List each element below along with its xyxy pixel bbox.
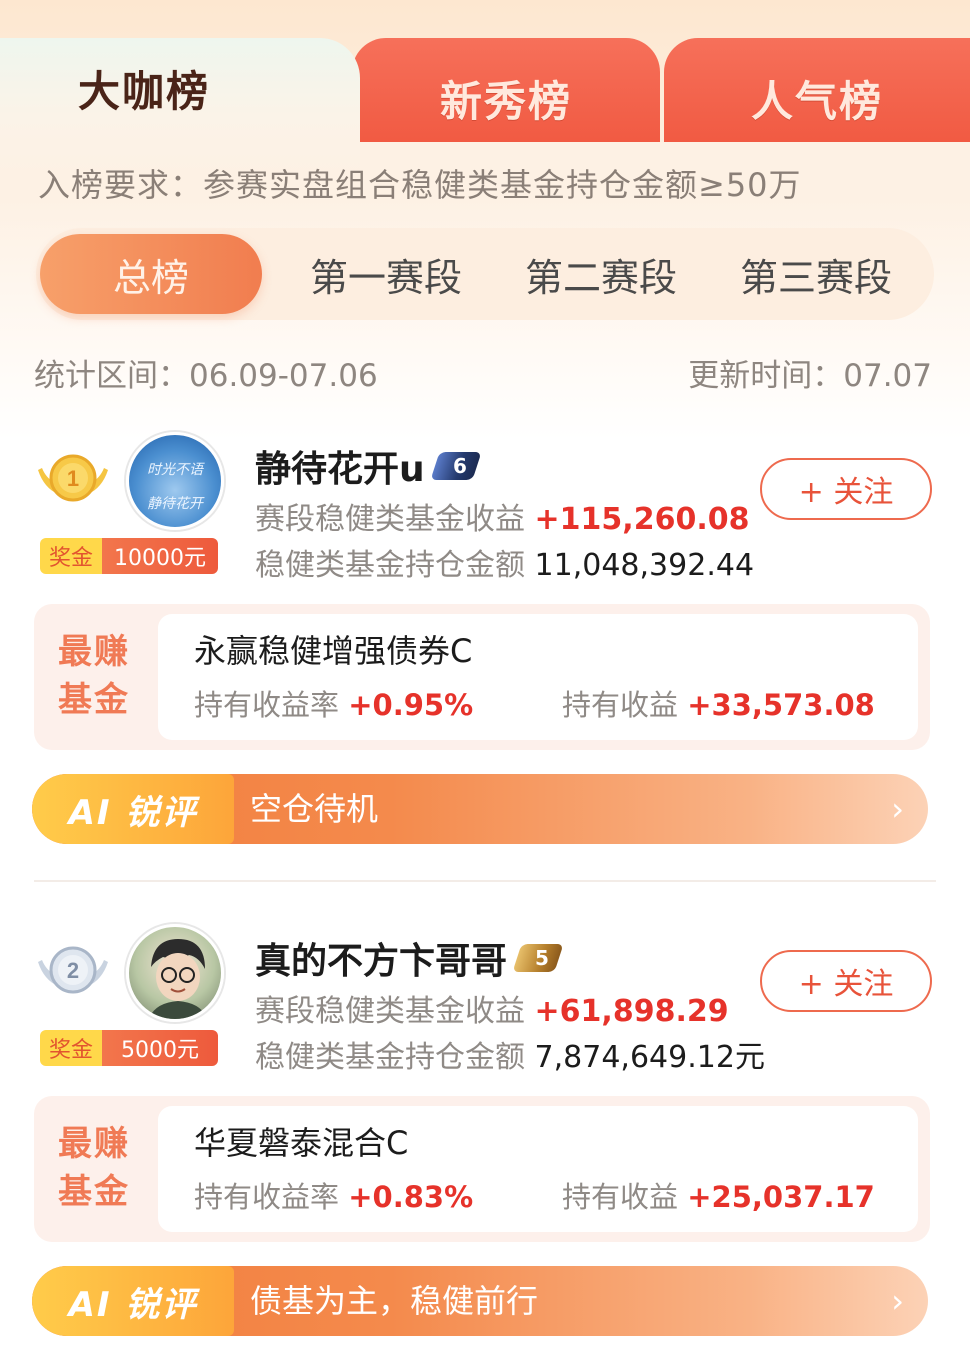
prize-label: 奖金 [40, 1030, 102, 1066]
update-time-label: 更新时间： [688, 358, 844, 394]
medal-rank-text: 1 [67, 466, 79, 491]
user-name[interactable]: 真的不方卞哥哥 5 [255, 932, 564, 984]
gold-medal-icon: 1 [38, 454, 108, 502]
best-fund-label: 最赚 基金 [58, 1120, 142, 1216]
medal-rank-text: 2 [67, 958, 79, 983]
best-fund-card[interactable]: 最赚 基金 华夏磐泰混合C 持有收益率 +0.83% 持有收益 +25,037.… [34, 1096, 930, 1242]
prize-label: 奖金 [40, 538, 102, 574]
level-number: 6 [452, 454, 467, 478]
user-name-text: 静待花开u [255, 449, 425, 490]
hold-rate-value: +0.95% [348, 688, 474, 722]
entry-requirement: 入榜要求：参赛实盘组合稳健类基金持仓金额≥50万 [38, 166, 802, 204]
avatar-portrait-icon [148, 939, 208, 1019]
ai-comment-tag: AI 锐评 [32, 1266, 234, 1336]
prize-amount: 5000元 [102, 1030, 218, 1066]
statistics-period-value: 06.09-07.06 [189, 358, 378, 394]
best-fund-details: 华夏磐泰混合C 持有收益率 +0.83% 持有收益 +25,037.17 [158, 1106, 918, 1232]
segment-tabs: 总榜 第一赛段 第二赛段 第三赛段 [36, 228, 934, 320]
chevron-right-icon: › [891, 790, 904, 828]
statistics-period: 统计区间：06.09-07.06 [34, 350, 378, 395]
stage-return-row: 赛段稳健类基金收益 +115,260.08 [255, 494, 749, 538]
hold-rate-label: 持有收益率 [194, 1180, 340, 1214]
avatar-text-bottom: 静待花开 [147, 496, 203, 512]
best-fund-card[interactable]: 最赚 基金 永赢稳健增强债券C 持有收益率 +0.95% 持有收益 +33,57… [34, 604, 930, 750]
level-number: 5 [535, 946, 549, 970]
silver-medal-icon: 2 [38, 946, 108, 994]
stage-return-row: 赛段稳健类基金收益 +61,898.29 [255, 986, 729, 1030]
level-badge: 5 [512, 944, 564, 972]
avatar-text-top: 时光不语 [147, 462, 203, 478]
ai-comment-tag: AI 锐评 [32, 774, 234, 844]
stage-return-label: 赛段稳健类基金收益 [255, 502, 525, 537]
tab-expert-board[interactable]: 大咖榜 [0, 38, 360, 178]
best-fund-label-line2: 基金 [58, 680, 130, 720]
best-fund-label-line2: 基金 [58, 1172, 130, 1212]
entry-divider [34, 880, 936, 882]
user-name-text: 真的不方卞哥哥 [255, 941, 508, 982]
update-time: 更新时间：07.07 [688, 350, 932, 395]
hold-rate-label: 持有收益率 [194, 688, 340, 722]
chevron-right-icon: › [891, 1282, 904, 1320]
stage-return-value: +115,260.08 [534, 502, 750, 537]
avatar[interactable]: 时光不语 静待花开 [126, 432, 224, 530]
segment-stage-3[interactable]: 第三赛段 [716, 228, 916, 320]
follow-button[interactable]: + 关注 [760, 458, 932, 520]
hold-return-label: 持有收益 [562, 1180, 679, 1214]
stage-return-value: +61,898.29 [534, 994, 729, 1029]
segment-overall[interactable]: 总榜 [40, 234, 262, 314]
fund-name: 华夏磐泰混合C [194, 1124, 409, 1162]
board-tabs: 新秀榜 人气榜 大咖榜 [0, 38, 970, 178]
holding-amount-value: 11,048,392.44 [534, 548, 755, 583]
hold-return-value: +25,037.17 [687, 1180, 875, 1214]
hold-return-row: 持有收益 +25,037.17 [562, 1174, 875, 1216]
fund-name: 永赢稳健增强债券C [194, 632, 473, 670]
statistics-period-label: 统计区间： [34, 358, 189, 394]
holding-amount-label: 稳健类基金持仓金额 [255, 1040, 525, 1075]
segment-stage-1[interactable]: 第一赛段 [286, 228, 486, 320]
segment-stage-2[interactable]: 第二赛段 [501, 228, 701, 320]
user-name[interactable]: 静待花开u 6 [255, 440, 482, 492]
hold-return-row: 持有收益 +33,573.08 [562, 682, 875, 724]
tab-rookie-board[interactable]: 新秀榜 [352, 38, 660, 158]
update-time-value: 07.07 [843, 358, 932, 394]
ai-comment-text: 空仓待机 [250, 790, 379, 828]
holding-amount-value: 7,874,649.12元 [534, 1040, 765, 1075]
ai-comment-bar[interactable]: AI 锐评 债基为主，稳健前行 › [32, 1266, 928, 1336]
prize-amount: 10000元 [102, 538, 218, 574]
holding-amount-row: 稳健类基金持仓金额 11,048,392.44 [255, 540, 754, 584]
stage-return-label: 赛段稳健类基金收益 [255, 994, 525, 1029]
ai-comment-text: 债基为主，稳健前行 [250, 1282, 539, 1320]
best-fund-label-line1: 最赚 [58, 632, 130, 672]
level-badge: 6 [430, 452, 482, 480]
hold-rate-row: 持有收益率 +0.83% [194, 1174, 473, 1216]
prize-badge: 奖金 5000元 [40, 1030, 218, 1066]
tab-popularity-board[interactable]: 人气榜 [664, 38, 970, 158]
hold-return-value: +33,573.08 [687, 688, 875, 722]
hold-rate-value: +0.83% [348, 1180, 474, 1214]
hold-rate-row: 持有收益率 +0.95% [194, 682, 473, 724]
ai-comment-bar[interactable]: AI 锐评 空仓待机 › [32, 774, 928, 844]
holding-amount-row: 稳健类基金持仓金额 7,874,649.12元 [255, 1032, 765, 1076]
holding-amount-label: 稳健类基金持仓金额 [255, 548, 525, 583]
hold-return-label: 持有收益 [562, 688, 679, 722]
follow-button[interactable]: + 关注 [760, 950, 932, 1012]
prize-badge: 奖金 10000元 [40, 538, 218, 574]
best-fund-details: 永赢稳健增强债券C 持有收益率 +0.95% 持有收益 +33,573.08 [158, 614, 918, 740]
best-fund-label-line1: 最赚 [58, 1124, 130, 1164]
best-fund-label: 最赚 基金 [58, 628, 142, 724]
avatar[interactable] [126, 924, 224, 1022]
